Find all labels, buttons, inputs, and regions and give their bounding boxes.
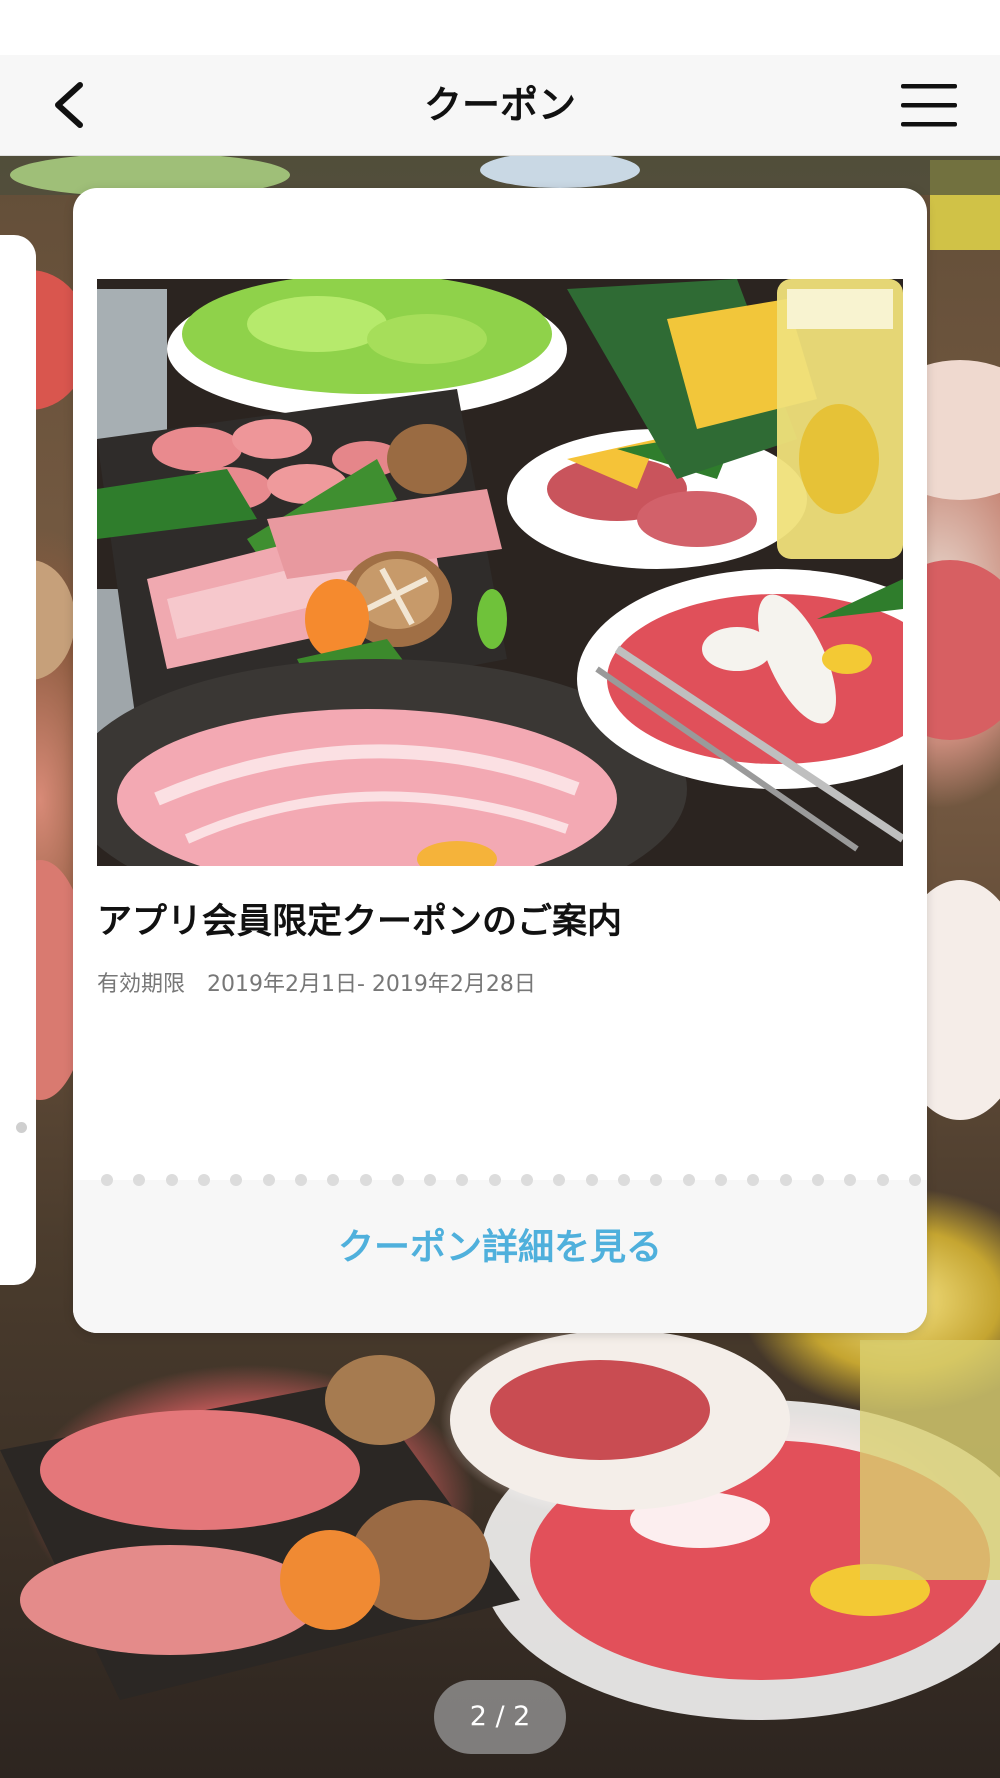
perforation-dot: [424, 1174, 437, 1186]
perforation-dot: [618, 1174, 630, 1186]
perforation-dot: [197, 1174, 210, 1186]
perforation-dot: [908, 1174, 921, 1186]
perforation-dot: [682, 1174, 695, 1186]
page-title: クーポン: [423, 83, 576, 127]
perforation-dot: [714, 1174, 727, 1186]
perforation-dot: [650, 1174, 663, 1186]
perforation-dot: [165, 1174, 178, 1186]
coupon-screen: クーポン アプリ会員限定クーポンのご案内 有効期限 2019年2月1日- 201…: [0, 0, 1000, 1778]
hamburger-menu-icon: [901, 84, 957, 127]
perforation-dot: [16, 1122, 27, 1133]
perforation-dot: [101, 1174, 113, 1186]
perforation-dot: [553, 1174, 566, 1186]
coupon-image: [97, 279, 903, 866]
validity-period: 有効期限 2019年2月1日- 2019年2月28日: [97, 966, 903, 998]
perforation-dot: [391, 1174, 404, 1186]
perforation-dot: [133, 1174, 146, 1186]
yakiniku-platter-illustration: [97, 279, 903, 866]
navigation-bar: クーポン: [0, 55, 1000, 156]
validity-range: 2019年2月1日- 2019年2月28日: [207, 972, 536, 997]
menu-button[interactable]: [898, 77, 960, 133]
perforation-dot: [230, 1174, 243, 1186]
status-bar: [0, 0, 1000, 55]
coupon-card[interactable]: アプリ会員限定クーポンのご案内 有効期限 2019年2月1日- 2019年2月28…: [73, 188, 927, 1333]
coupon-card-footer: クーポン詳細を見る: [73, 1180, 927, 1333]
perforation-dot: [747, 1174, 760, 1186]
perforation-dot: [811, 1174, 824, 1186]
perforation-dot: [779, 1174, 792, 1186]
perforation-dot: [262, 1174, 275, 1186]
perforation-dot: [844, 1174, 857, 1186]
coupon-title: アプリ会員限定クーポンのご案内: [97, 902, 623, 942]
perforation-dot: [456, 1174, 469, 1186]
perforation-dot: [294, 1174, 307, 1186]
validity-label: 有効期限: [97, 972, 186, 997]
perforation-dot: [327, 1174, 340, 1186]
page-indicator: 2 / 2: [434, 1680, 566, 1754]
perforation-dot: [359, 1174, 372, 1186]
perforation-dot: [521, 1174, 534, 1186]
perforation-dot: [585, 1174, 598, 1186]
perforation: [101, 1173, 921, 1187]
perforation-dot: [876, 1174, 889, 1186]
perforation-dot: [488, 1174, 501, 1186]
coupon-detail-link[interactable]: クーポン詳細を見る: [73, 1218, 927, 1270]
